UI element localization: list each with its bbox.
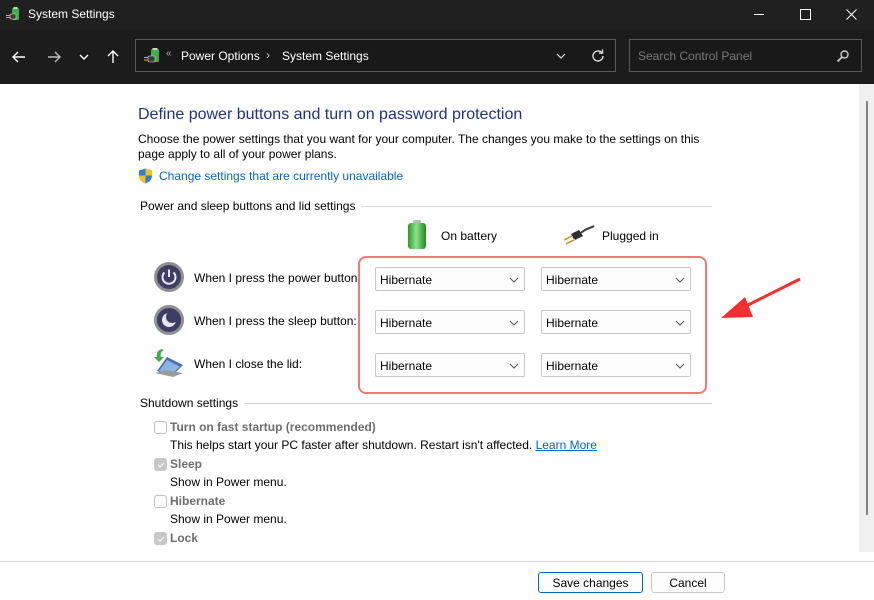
title-bar: System Settings [0,0,874,29]
hibernate-title: Hibernate [170,494,226,508]
navigation-bar: « Power Options › System Settings [0,29,874,84]
checkmark-icon [157,462,165,468]
chevron-down-icon [79,54,89,60]
search-box[interactable] [629,39,862,72]
lock-checkbox[interactable] [154,532,167,545]
shutdown-section-label: Shutdown settings [140,396,245,410]
cancel-button[interactable]: Cancel [651,572,725,593]
chevron-down-icon [675,277,685,283]
arrow-right-icon [48,51,61,63]
select-value: Hibernate [546,273,599,287]
page-description: Choose the power settings that you want … [138,132,700,161]
select-value: Hibernate [380,273,433,287]
uac-shield-icon [139,168,152,184]
close-lid-battery-select[interactable]: Hibernate [375,353,525,377]
content-area: Define power buttons and turn on passwor… [0,84,859,551]
breadcrumb-overflow[interactable]: « [166,48,172,59]
close-lid-plugged-select[interactable]: Hibernate [541,353,691,377]
address-bar[interactable]: « Power Options › System Settings [135,39,616,72]
footer-divider [0,561,874,562]
chevron-down-icon [509,277,519,283]
breadcrumb-separator[interactable]: › [266,48,270,62]
checkmark-icon [157,536,165,542]
address-dropdown-icon[interactable] [554,49,568,63]
minimize-button[interactable] [736,0,782,29]
battery-icon [408,220,426,249]
sleep-button-battery-select[interactable]: Hibernate [375,310,525,334]
minimize-icon [753,14,764,15]
sleep-desc: Show in Power menu. [170,475,287,489]
sleep-button-icon [154,305,184,335]
back-button[interactable] [8,46,30,68]
change-unavailable-settings-link[interactable]: Change settings that are currently unava… [159,169,403,183]
breadcrumb-system-settings[interactable]: System Settings [282,49,369,63]
chevron-down-icon [675,363,685,369]
chevron-down-icon [509,320,519,326]
select-value: Hibernate [380,359,433,373]
vertical-scrollbar[interactable] [859,84,874,552]
on-battery-header: On battery [441,229,498,243]
chevron-down-icon [509,363,519,369]
plugged-in-header: Plugged in [602,229,659,243]
select-value: Hibernate [380,316,433,330]
arrow-left-icon [12,51,25,63]
sleep-button-plugged-select[interactable]: Hibernate [541,310,691,334]
search-input[interactable] [638,47,828,65]
forward-button[interactable] [43,46,65,68]
close-lid-label: When I close the lid: [194,357,303,371]
chevron-down-icon [675,320,685,326]
sleep-title: Sleep [170,457,203,471]
recent-locations-button[interactable] [73,46,95,68]
search-icon[interactable] [836,49,850,63]
arrow-up-icon [107,50,119,63]
sleep-checkbox[interactable] [154,458,167,471]
lock-title: Lock [170,531,199,545]
power-button-label: When I press the power button: [194,271,361,285]
fast-startup-desc-text: This helps start your PC faster after sh… [170,438,533,452]
hibernate-checkbox[interactable] [154,495,167,508]
power-button-battery-select[interactable]: Hibernate [375,267,525,291]
learn-more-link[interactable]: Learn More [536,438,597,452]
sleep-button-label: When I press the sleep button: [194,314,357,328]
fast-startup-desc: This helps start your PC faster after sh… [170,438,597,452]
annotation-arrow-icon [721,277,801,318]
power-button-plugged-select[interactable]: Hibernate [541,267,691,291]
power-plug-icon [563,225,595,245]
scrollbar-thumb[interactable] [866,101,868,515]
power-section-label: Power and sleep buttons and lid settings [140,199,362,213]
up-button[interactable] [102,46,124,68]
close-icon [845,9,857,20]
maximize-button[interactable] [782,0,828,29]
maximize-icon [799,9,811,20]
refresh-icon[interactable] [590,48,606,64]
power-options-icon [144,48,159,63]
close-button[interactable] [828,0,874,29]
power-button-icon [154,262,184,292]
page-title: Define power buttons and turn on passwor… [138,106,523,123]
hibernate-desc: Show in Power menu. [170,512,287,526]
laptop-lid-icon [154,349,183,377]
fast-startup-title: Turn on fast startup (recommended) [170,420,376,434]
lock-desc: Show in account picture menu. [170,549,334,551]
fast-startup-checkbox[interactable] [154,421,167,434]
window-title: System Settings [28,7,115,21]
breadcrumb-power-options[interactable]: Power Options [181,49,260,63]
save-changes-button[interactable]: Save changes [538,572,643,593]
select-value: Hibernate [546,359,599,373]
footer: Save changes Cancel [0,561,874,600]
select-value: Hibernate [546,316,599,330]
power-options-app-icon [6,7,19,20]
